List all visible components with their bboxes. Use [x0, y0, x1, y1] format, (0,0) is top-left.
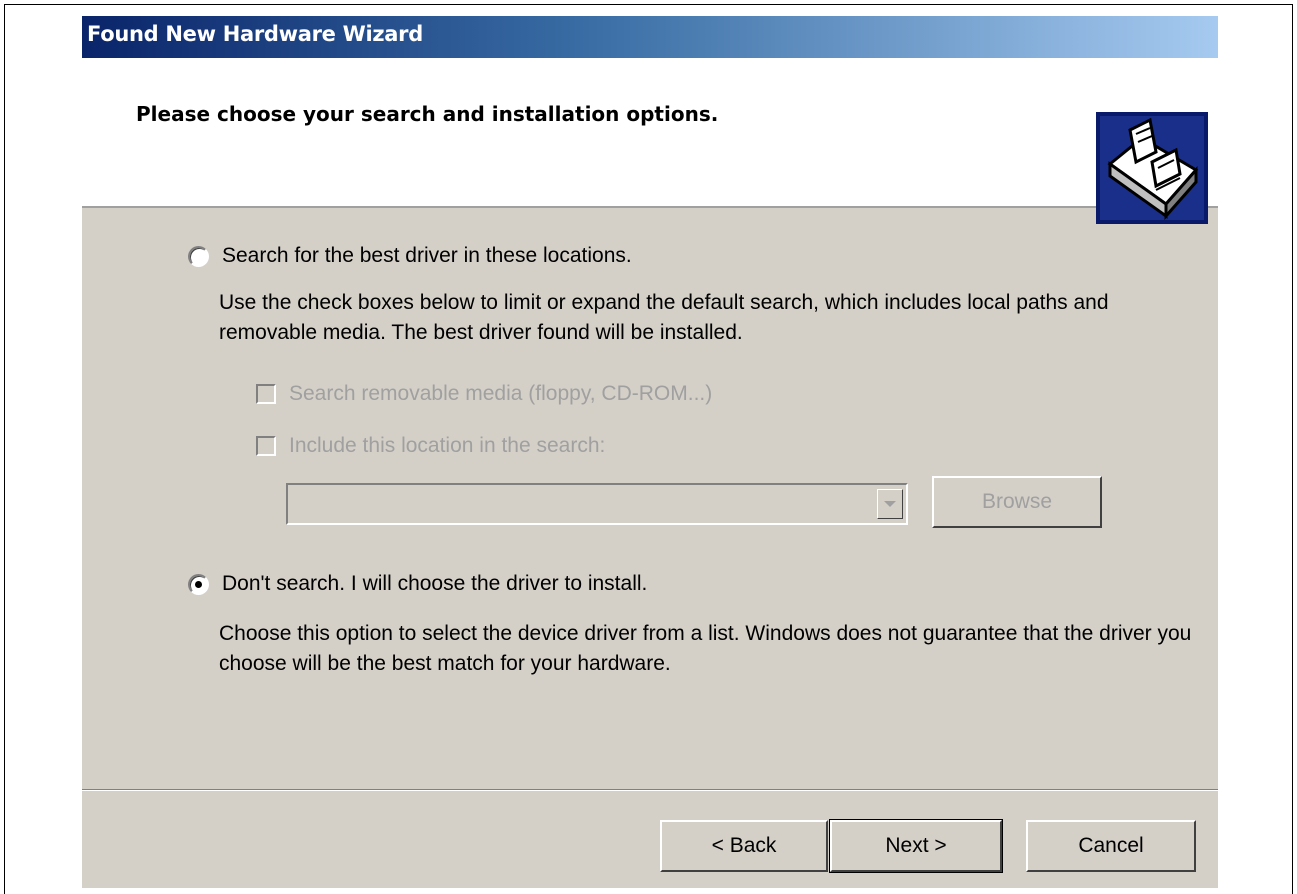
footer-separator: [82, 789, 1218, 791]
dont-search-option-radio[interactable]: Don't search. I will choose the driver t…: [188, 572, 647, 596]
removable-media-checkbox[interactable]: Search removable media (floppy, CD-ROM..…: [256, 382, 712, 406]
wizard-header: Please choose your search and installati…: [82, 58, 1218, 224]
cancel-button[interactable]: Cancel: [1026, 820, 1196, 872]
search-option-description: Use the check boxes below to limit or ex…: [219, 291, 1109, 344]
wizard-body: Search for the best driver in these loca…: [82, 208, 1218, 888]
next-button[interactable]: Next >: [829, 819, 1003, 873]
title-bar[interactable]: Found New Hardware Wizard: [82, 16, 1218, 58]
combo-dropdown-button[interactable]: [877, 489, 903, 519]
window-title: Found New Hardware Wizard: [87, 22, 423, 46]
checkbox-icon: [256, 436, 276, 456]
search-option-label: Search for the best driver in these loca…: [222, 244, 632, 267]
include-location-checkbox[interactable]: Include this location in the search:: [256, 434, 605, 458]
removable-media-label: Search removable media (floppy, CD-ROM..…: [289, 382, 713, 405]
browse-button[interactable]: Browse: [932, 476, 1102, 528]
wizard-window: Found New Hardware Wizard Please choose …: [82, 16, 1218, 888]
chevron-down-icon: [884, 501, 896, 507]
radio-checked-icon: [188, 573, 209, 595]
dont-search-option-label: Don't search. I will choose the driver t…: [222, 572, 648, 595]
include-location-label: Include this location in the search:: [289, 434, 606, 457]
dont-search-option-description: Choose this option to select the device …: [219, 622, 1192, 675]
radio-unchecked-icon: [188, 245, 209, 267]
checkbox-icon: [256, 384, 276, 404]
search-option-radio[interactable]: Search for the best driver in these loca…: [188, 244, 632, 268]
location-combobox[interactable]: [286, 483, 908, 525]
page-title: Please choose your search and installati…: [136, 102, 719, 126]
back-button[interactable]: < Back: [660, 820, 828, 872]
